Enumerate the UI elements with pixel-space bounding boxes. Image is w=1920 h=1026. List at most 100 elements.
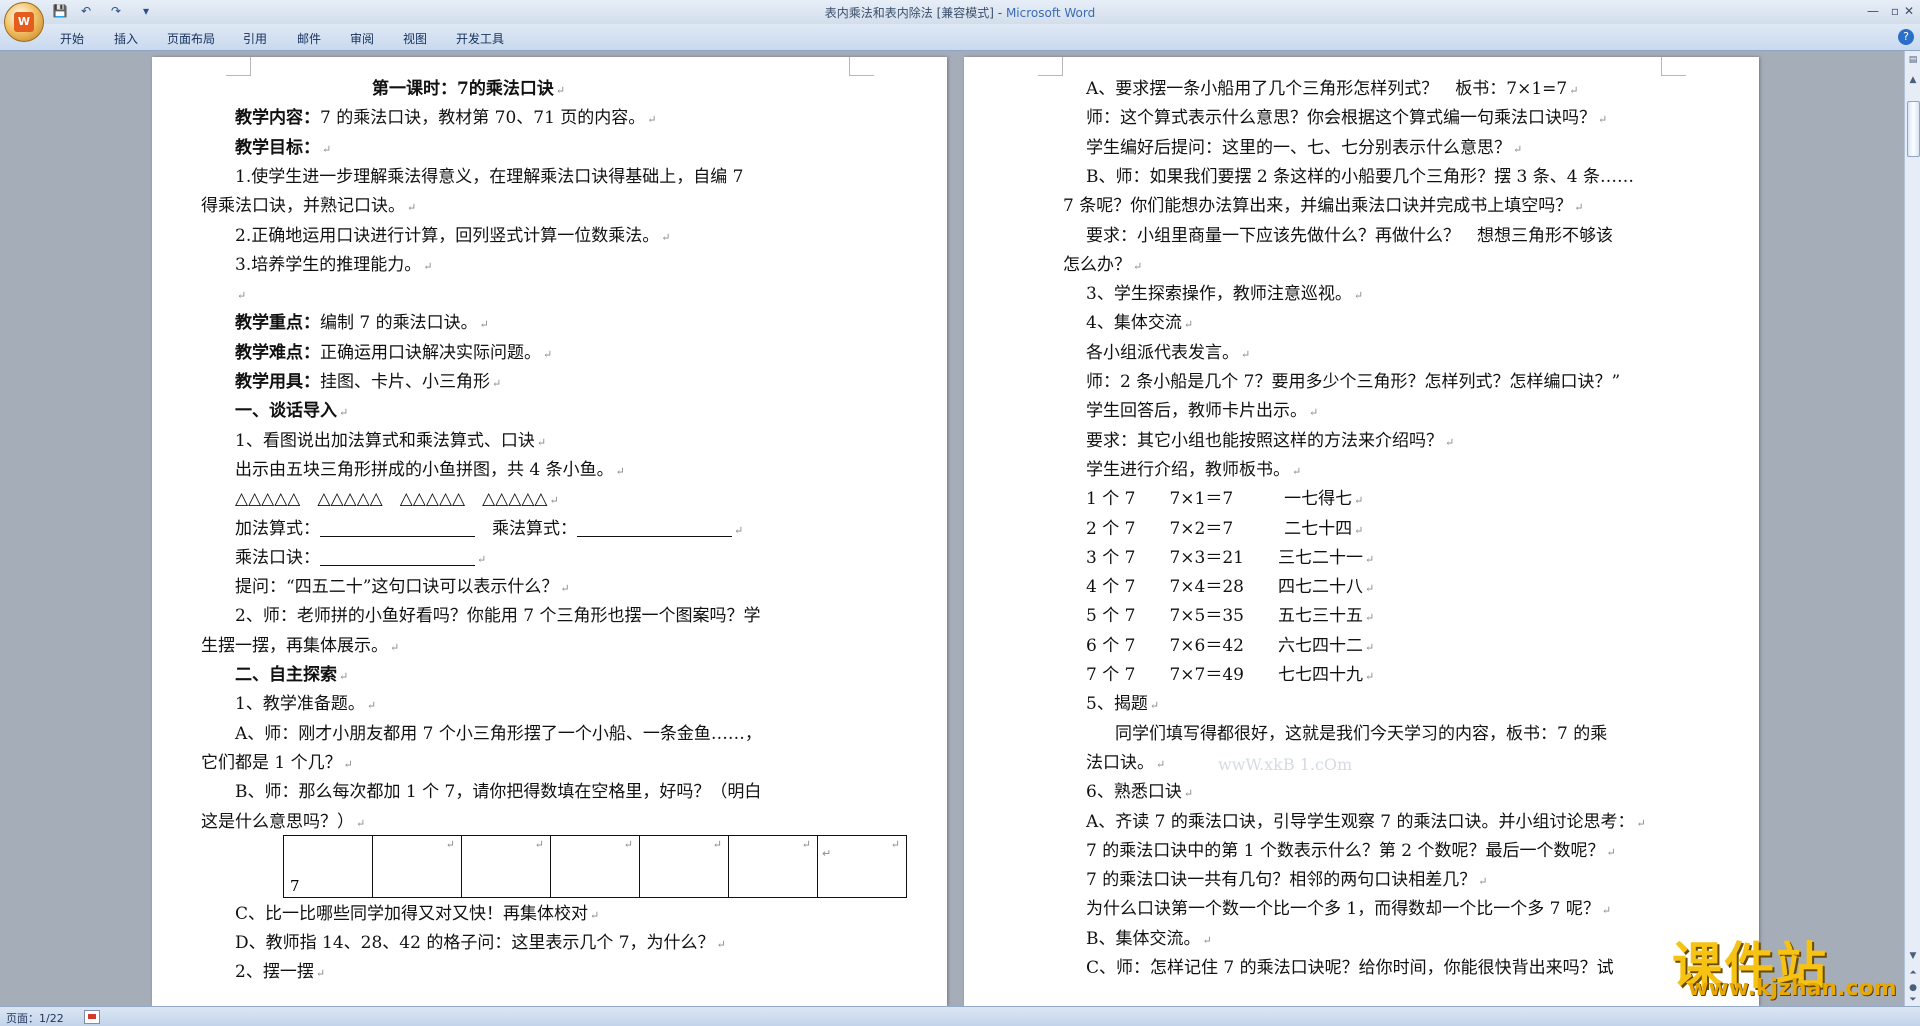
paragraph-mark: ↵ — [1601, 904, 1612, 918]
document-page-right[interactable]: A、要求摆一条小船用了几个三角形怎样列式？ 板书：7×1=7 ↵ 师：这个算式表示什… — [964, 57, 1759, 1006]
tab-home[interactable]: 开始 — [60, 30, 84, 47]
paragraph-mark: ↵ — [647, 113, 657, 127]
text-run: 各小组派代表发言。 — [1086, 342, 1239, 363]
paragraph-line: 3.培养学生的推理能力。 ↵ — [235, 251, 432, 280]
scroll-down-icon[interactable]: ▼ — [1906, 949, 1920, 963]
paragraph-mark: ↵ — [343, 757, 353, 771]
paragraph-line: B、师：如果我们要摆 2 条这样的小船要几个三角形？摆 3 条、4 条…… — [1086, 163, 1634, 192]
document-page-left[interactable]: 第一课时：7的乘法口诀 ↵ 教学内容：7 的乘法口诀，教材第 70、71 页的内容。… — [152, 57, 947, 1006]
save-icon[interactable]: 💾 — [52, 3, 68, 19]
text-run: 得乘法口诀，并熟记口诀。 — [201, 196, 405, 217]
blank-line — [320, 547, 475, 566]
tab-insert[interactable]: 插入 — [114, 30, 138, 47]
table-cell[interactable]: ↵ — [639, 835, 729, 898]
minimize-button[interactable]: — — [1862, 2, 1884, 20]
paragraph-line: 二、自主探索 ↵ — [235, 661, 348, 690]
redo-icon[interactable]: ↷ — [108, 3, 124, 19]
paragraph-line: 7 的乘法口诀一共有几句？相邻的两句口诀相差几？ ↵ — [1086, 866, 1487, 895]
table-cell[interactable]: ↵ — [372, 835, 462, 898]
paragraph-line: 师：2 条小船是几个 7？要用多少个三角形？怎样列式？怎样编口诀？” — [1086, 368, 1620, 397]
paragraph-mark: ↵ — [1202, 933, 1212, 947]
table-cell[interactable]: ↵ — [550, 835, 640, 898]
text-run: 学生编好后提问：这里的一、七、七分别表示什么意思？ — [1086, 137, 1511, 158]
text-run: 法口诀。 — [1086, 752, 1154, 773]
proofing-icon[interactable] — [84, 1010, 100, 1024]
table-cell[interactable]: ↵ — [817, 835, 907, 898]
paragraph-mark: ↵ — [1149, 699, 1160, 713]
page-count[interactable]: 页面：1/22 — [6, 1010, 64, 1026]
paragraph-line: 5、揭题 ↵ — [1086, 690, 1159, 719]
row-end-mark: ↵ — [822, 847, 832, 860]
table-cell-first[interactable]: 7 — [283, 835, 373, 898]
text-run: 6 个 7 7×6＝42 六七四十二 — [1086, 635, 1363, 656]
paragraph-line: 要求：小组里商量一下应该先做什么？再做什么？ 想想三角形不够该 — [1086, 222, 1613, 251]
vertical-scrollbar[interactable]: ▤ ▲ ▼ ⏶ ● ⏷ — [1904, 51, 1920, 1006]
paragraph-mark: ↵ — [536, 435, 547, 449]
paragraph-mark: ↵ — [479, 318, 489, 332]
paragraph-mark: ↵ — [1478, 875, 1488, 889]
crop-mark — [1661, 57, 1686, 76]
text-run: 3、学生探索操作，教师注意巡视。 — [1086, 284, 1352, 305]
tab-developer[interactable]: 开发工具 — [456, 30, 504, 47]
text-run: 学生进行介绍，教师板书。 — [1086, 459, 1290, 480]
paragraph-line: 出示由五块三角形拼成的小鱼拼图，共 4 条小鱼。 ↵ — [235, 456, 625, 485]
ribbon-tab-bar: 开始 插入 页面布局 引用 邮件 审阅 视图 开发工具 ? — [0, 24, 1920, 51]
scroll-thumb[interactable] — [1907, 101, 1920, 157]
paragraph-line: C、师：怎样记住 7 的乘法口诀呢？给你时间，你能很快背出来吗？试 — [1086, 954, 1614, 983]
paragraph-mark: ↵ — [1364, 670, 1375, 683]
tab-references[interactable]: 引用 — [243, 30, 267, 47]
paragraph-line: 4 个 7 7×4＝28 四七二十八 ↵ — [1086, 573, 1374, 602]
app-name: Microsoft Word — [1005, 6, 1096, 20]
help-button[interactable]: ? — [1898, 29, 1914, 45]
tab-review[interactable]: 审阅 — [350, 30, 374, 47]
paragraph-line: 生摆一摆，再集体展示。 ↵ — [201, 632, 399, 661]
text-run: 挂图、卡片、小三角形 — [320, 372, 490, 392]
previous-page-icon[interactable]: ⏶ — [1906, 966, 1920, 980]
ruler-toggle-icon[interactable]: ▤ — [1906, 53, 1920, 67]
paragraph-line: 2 个 7 7×2＝7 二七十四 ↵ — [1086, 515, 1363, 544]
paragraph-mark: ↵ — [1354, 494, 1364, 508]
text-run: 为什么口诀第一个数一个比一个多 1，而得数却一个比一个多 7 呢？ — [1086, 899, 1600, 920]
text-run: 师：2 条小船是几个 7？要用多少个三角形？怎样列式？怎样编口诀？” — [1086, 372, 1621, 392]
undo-icon[interactable]: ↶ — [78, 3, 94, 19]
paragraph-line: 3、学生探索操作，教师注意巡视。 ↵ — [1086, 280, 1363, 309]
paragraph-mark: ↵ — [1364, 640, 1375, 654]
office-button[interactable]: W — [4, 2, 44, 42]
paragraph-mark: ↵ — [477, 552, 487, 566]
tab-view[interactable]: 视图 — [403, 30, 427, 47]
text-run: 编制 7 的乘法口诀。 — [320, 313, 478, 334]
text-run: 怎么办？ — [1063, 254, 1131, 275]
text-run: 2.正确地运用口诀进行计算，回列竖式计算一位数乘法。 — [235, 225, 660, 246]
customize-qat-icon[interactable]: ▾ — [138, 3, 154, 19]
bold-text: 教学难点： — [235, 342, 320, 363]
text-run: 7 的乘法口诀一共有几句？相邻的两句口诀相差几？ — [1086, 870, 1477, 891]
paragraph-line: 一、谈话导入 ↵ — [235, 397, 348, 426]
sevens-fill-table[interactable]: 7 ↵ ↵ ↵ ↵ ↵ ↵ — [283, 835, 907, 898]
table-cell[interactable]: ↵ — [728, 835, 818, 898]
paragraph-mark: ↵ — [356, 816, 366, 830]
crop-mark — [226, 57, 251, 76]
title-bar: 表内乘法和表内除法 [兼容模式] - Microsoft Word 💾 ↶ ↷ … — [0, 0, 1920, 24]
text-run: 这是什么意思吗？） — [201, 811, 354, 832]
text-run: A、要求摆一条小船用了几个三角形怎样列式？ 板书：7×1=7 — [1086, 79, 1568, 99]
paragraph-line: 教学内容：7 的乘法口诀，教材第 70、71 页的内容。 ↵ — [235, 104, 657, 133]
next-page-icon[interactable]: ⏷ — [1906, 993, 1920, 1007]
text-run: 提问：“四五二十”这句口诀可以表示什么？ — [235, 577, 559, 598]
tab-page-layout[interactable]: 页面布局 — [167, 30, 215, 47]
text-run: 1、看图说出加法算式和乘法算式、口诀 — [235, 430, 535, 451]
tab-mailings[interactable]: 邮件 — [297, 30, 321, 47]
paragraph-line: D、教师指 14、28、42 的格子问：这里表示几个 7，为什么？ ↵ — [235, 929, 726, 958]
paragraph-mark: ↵ — [407, 201, 417, 215]
paragraph-mark: ↵ — [423, 259, 433, 273]
scroll-up-icon[interactable]: ▲ — [1906, 73, 1920, 87]
paragraph-line: 这是什么意思吗？） ↵ — [201, 808, 365, 837]
paragraph-mark: ↵ — [1183, 787, 1194, 801]
title-separator: - — [993, 6, 1006, 20]
paragraph-line: 学生进行介绍，教师板书。 ↵ — [1086, 456, 1301, 485]
bold-text: 教学内容： — [235, 108, 320, 129]
paragraph-line: 7 的乘法口诀中的第 1 个数表示什么？第 2 个数呢？最后一个数呢？ ↵ — [1086, 837, 1616, 866]
close-button[interactable]: ✕ — [1898, 2, 1920, 20]
table-cell[interactable]: ↵ — [461, 835, 551, 898]
text-run: 5、揭题 — [1086, 694, 1148, 715]
paragraph-line: 7 条呢？你们能想办法算出来，并编出乘法口诀并完成书上填空吗？ ↵ — [1063, 192, 1583, 221]
